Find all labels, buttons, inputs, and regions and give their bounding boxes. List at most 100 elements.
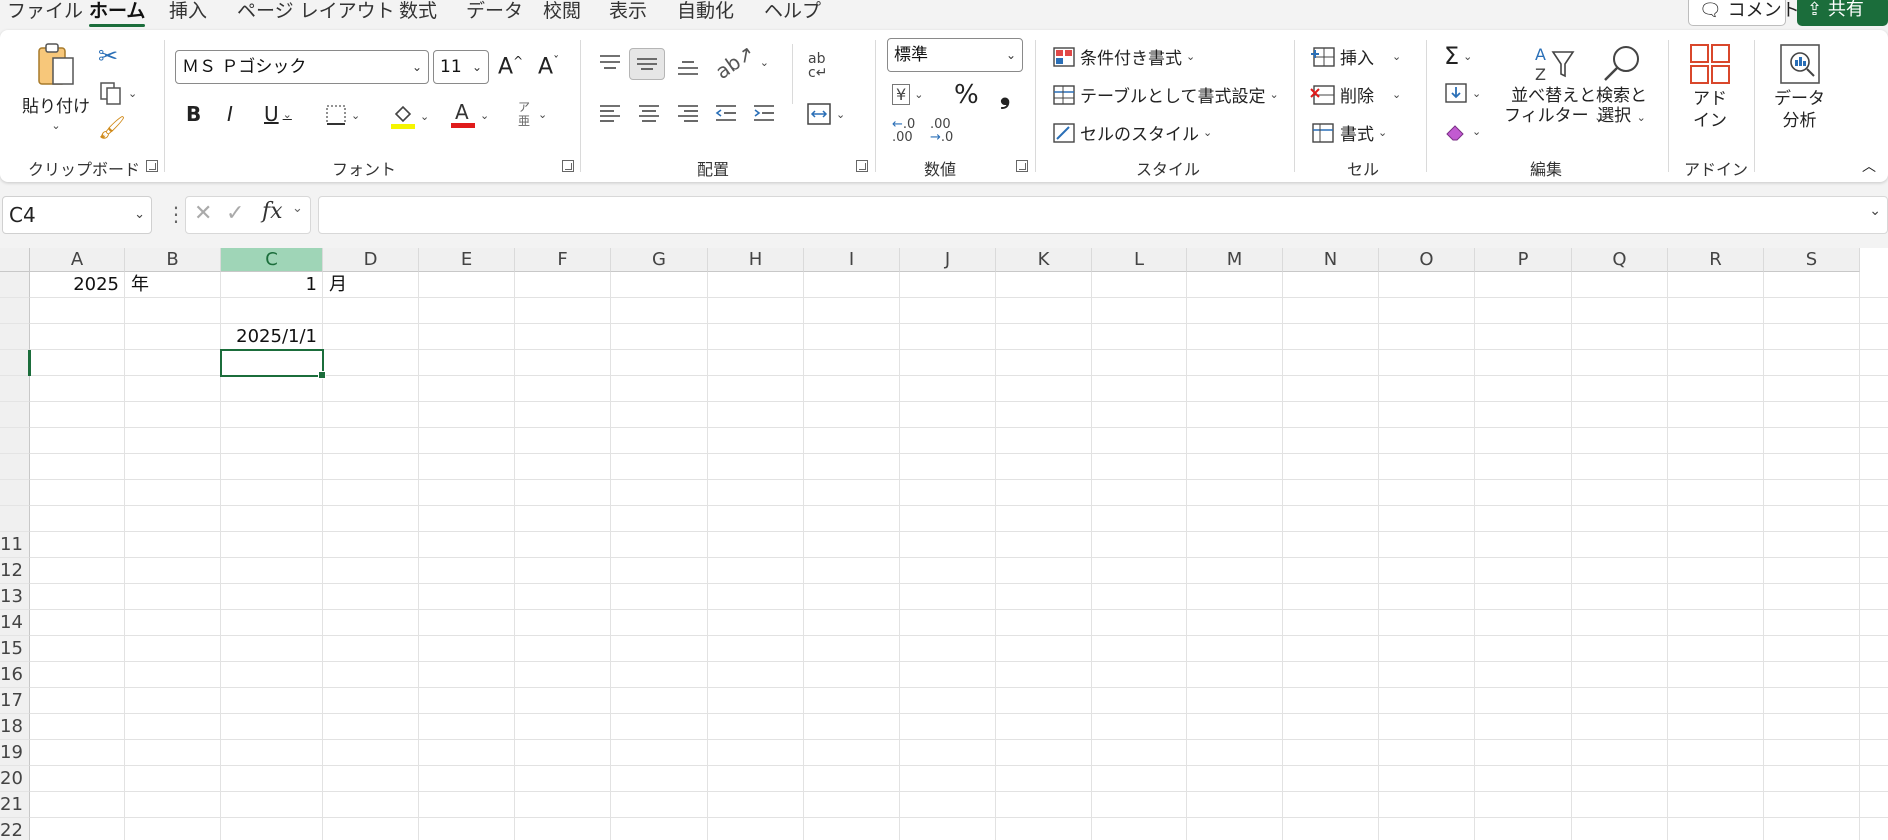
accounting-format-button[interactable]: ¥ ⌄ [892, 84, 923, 105]
active-cell-border[interactable] [220, 349, 326, 379]
column-header-s[interactable]: S [1764, 248, 1860, 272]
insert-function-button[interactable]: fx [262, 199, 283, 224]
tab-insert[interactable]: 挿入 [169, 0, 207, 22]
cancel-icon[interactable]: ✕ [194, 201, 212, 226]
delete-cells-button[interactable]: 削除 ⌄ [1310, 82, 1401, 107]
column-header-a[interactable]: A [30, 248, 125, 272]
more-options-icon[interactable]: ⋮ [166, 200, 186, 228]
row-header[interactable] [0, 506, 30, 532]
collapse-ribbon-button[interactable]: ︿ [1862, 156, 1876, 176]
row-header[interactable]: 14 [0, 610, 30, 636]
cell-b1[interactable]: 年 [131, 273, 149, 297]
cell-c1[interactable]: 1 [221, 273, 317, 297]
grow-font-button[interactable]: A^ [498, 54, 523, 79]
autosum-button[interactable]: Σ ⌄ [1444, 42, 1472, 70]
share-button[interactable]: ⇪ 共有 [1797, 0, 1888, 26]
row-header[interactable] [0, 402, 30, 428]
cell-a1[interactable]: 2025 [30, 273, 119, 297]
tab-automate[interactable]: 自動化 [677, 0, 734, 22]
insert-cells-button[interactable]: 挿入 ⌄ [1310, 44, 1401, 69]
select-all-button[interactable] [0, 248, 30, 272]
column-header-q[interactable]: Q [1572, 248, 1668, 272]
row-header[interactable]: 22 [0, 818, 30, 840]
row-header[interactable]: 15 [0, 636, 30, 662]
shrink-font-button[interactable]: Aˇ [538, 54, 559, 79]
row-header[interactable] [0, 428, 30, 454]
format-painter-button[interactable]: 🖌 [98, 116, 126, 141]
worksheet-grid[interactable]: A B C D E F G H I J K L M N O P Q R S 11 12 13 14 15 16 17 18 19 20 2… [0, 248, 1888, 840]
column-header-c[interactable]: C [221, 248, 323, 272]
cell-c3[interactable]: 2025/1/1 [221, 325, 317, 349]
increase-decimal-button[interactable]: ←.0.00 [892, 118, 915, 144]
column-header-e[interactable]: E [419, 248, 515, 272]
row-header[interactable]: 13 [0, 584, 30, 610]
chevron-down-icon[interactable]: ⌄ [292, 201, 303, 216]
alignment-launcher-icon[interactable] [856, 160, 868, 172]
align-middle-button[interactable] [629, 48, 665, 80]
underline-button[interactable]: U ⌄ [264, 102, 292, 126]
column-header-n[interactable]: N [1283, 248, 1379, 272]
row-header[interactable]: 21 [0, 792, 30, 818]
fill-color-button[interactable]: ⌄ [390, 102, 429, 130]
column-header-d[interactable]: D [323, 248, 419, 272]
data-analysis-button[interactable]: データ 分析 [1774, 42, 1825, 132]
column-header-p[interactable]: P [1475, 248, 1572, 272]
italic-button[interactable]: I [227, 102, 233, 126]
row-header[interactable] [0, 324, 30, 350]
column-header-h[interactable]: H [708, 248, 804, 272]
phonetic-button[interactable]: ア亜 ⌄ [518, 100, 547, 128]
paste-button[interactable]: 貼り付け ⌄ [22, 42, 90, 132]
find-select-button[interactable]: 検索と 選択 ⌄ [1596, 42, 1647, 128]
chevron-down-icon[interactable]: ⌄ [1869, 203, 1881, 219]
row-header[interactable] [0, 480, 30, 506]
tab-formulas[interactable]: 数式 [399, 0, 437, 22]
row-header[interactable]: 18 [0, 714, 30, 740]
column-header-b[interactable]: B [125, 248, 221, 272]
number-launcher-icon[interactable] [1016, 160, 1028, 172]
row-header[interactable]: 20 [0, 766, 30, 792]
cell-styles-button[interactable]: セルのスタイル ⌄ [1052, 120, 1212, 145]
tab-view[interactable]: 表示 [609, 0, 647, 22]
comment-button[interactable]: 🗨 コメント [1688, 0, 1800, 26]
comma-style-button[interactable]: ❟ [1000, 80, 1010, 111]
column-header-f[interactable]: F [515, 248, 611, 272]
font-name-select[interactable]: ＭＳ Ｐゴシック ⌄ [175, 50, 429, 84]
enter-icon[interactable]: ✓ [226, 201, 244, 226]
formula-input[interactable]: ⌄ [318, 196, 1888, 234]
row-header[interactable] [0, 298, 30, 324]
font-size-select[interactable]: 11 ⌄ [433, 50, 489, 84]
tab-help[interactable]: ヘルプ [764, 0, 821, 22]
tab-file[interactable]: ファイル [7, 0, 83, 22]
format-as-table-button[interactable]: テーブルとして書式設定 ⌄ [1052, 82, 1279, 107]
column-header-l[interactable]: L [1092, 248, 1187, 272]
cell-d1[interactable]: 月 [329, 273, 347, 297]
number-format-select[interactable]: 標準 ⌄ [887, 38, 1023, 72]
row-header[interactable]: 16 [0, 662, 30, 688]
row-header[interactable] [0, 350, 30, 376]
conditional-formatting-button[interactable]: 条件付き書式 ⌄ [1052, 44, 1195, 69]
row-header[interactable]: 19 [0, 740, 30, 766]
orientation-button[interactable]: ab↗ ⌄ [711, 40, 769, 84]
wrap-text-button[interactable]: ab c↵ [808, 52, 827, 80]
font-launcher-icon[interactable] [562, 160, 574, 172]
tab-data[interactable]: データ [466, 0, 523, 22]
tab-review[interactable]: 校閲 [543, 0, 581, 22]
column-header-i[interactable]: I [804, 248, 900, 272]
row-header[interactable]: 11 [0, 532, 30, 558]
add-ins-button[interactable]: アド イン [1688, 42, 1732, 132]
format-cells-button[interactable]: 書式 ⌄ [1310, 120, 1387, 145]
row-header[interactable] [0, 454, 30, 480]
borders-button[interactable]: ⌄ [325, 104, 360, 126]
align-top-icon[interactable] [598, 52, 622, 74]
cut-button[interactable]: ✂ [98, 42, 118, 70]
tab-page-layout[interactable]: ページ レイアウト [237, 0, 395, 22]
decrease-decimal-button[interactable]: .00 →.0 [930, 118, 953, 144]
percent-button[interactable]: % [954, 80, 979, 110]
increase-indent-icon[interactable] [752, 102, 776, 124]
tab-home[interactable]: ホーム [89, 0, 146, 27]
column-header-g[interactable]: G [611, 248, 708, 272]
align-bottom-icon[interactable] [676, 56, 700, 78]
sort-filter-button[interactable]: A Z 並べ替えと フィルター ⌄ [1504, 42, 1603, 128]
fill-button[interactable]: ⌄ [1444, 82, 1481, 104]
merge-center-button[interactable]: ⌄ [806, 102, 845, 126]
